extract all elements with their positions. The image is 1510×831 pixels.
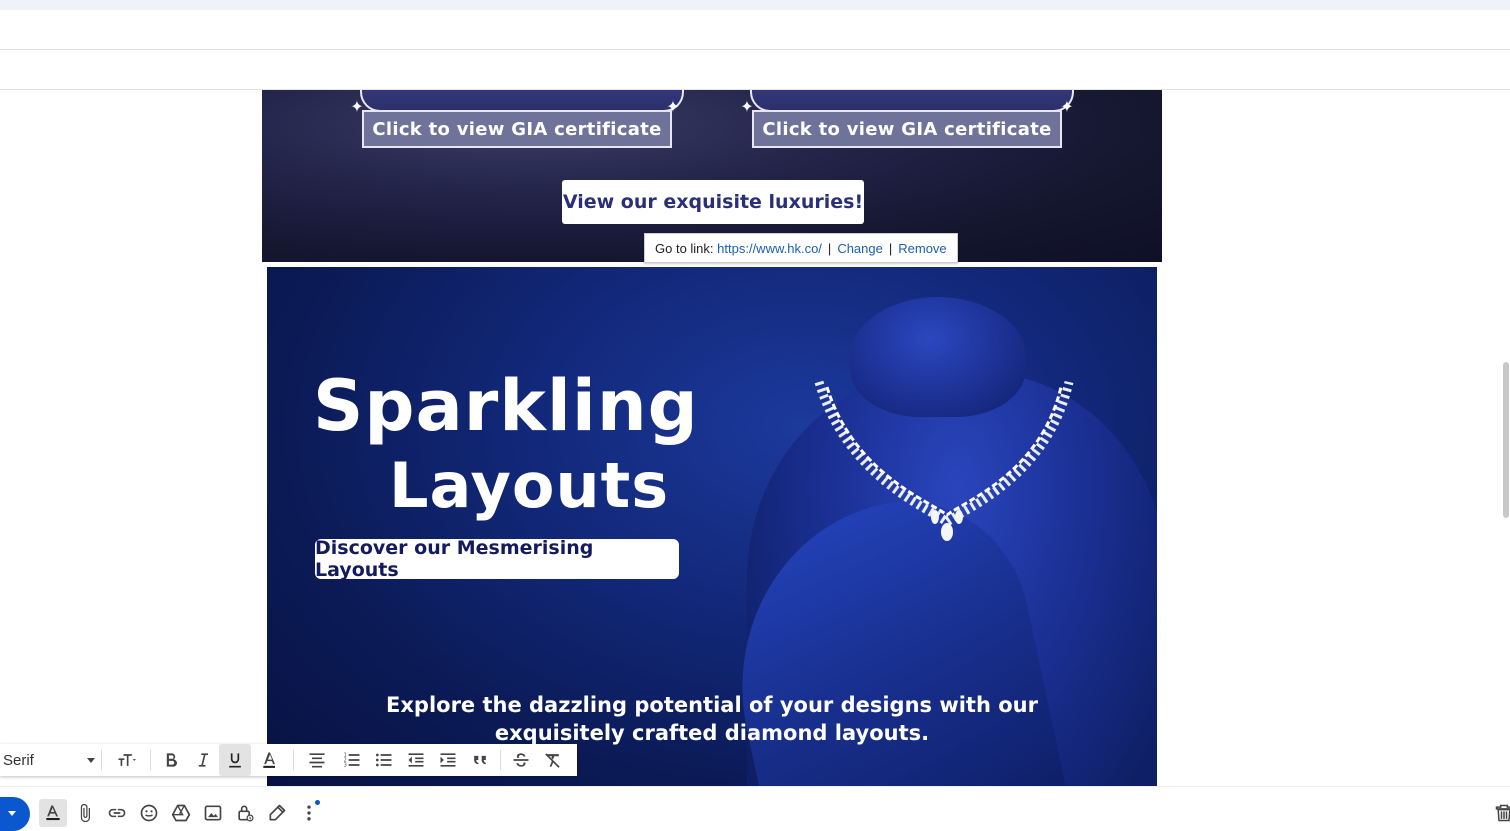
compose-bottom-bar	[0, 786, 1510, 827]
underline-icon[interactable]	[219, 744, 251, 776]
view-luxuries-button[interactable]: View our exquisite luxuries!	[562, 180, 864, 224]
remove-link-button[interactable]: Remove	[898, 241, 946, 256]
top-strip	[0, 0, 1510, 10]
numbered-list-icon[interactable]: 123	[336, 744, 368, 776]
subject-row[interactable]	[0, 50, 1510, 90]
link-popup-prefix: Go to link:	[655, 240, 714, 256]
sparkle-icon: ✦	[350, 99, 364, 116]
link-popup: Go to link: https://www.hk.co/ | Change …	[644, 233, 958, 263]
quote-icon[interactable]	[464, 744, 496, 776]
insert-link-icon[interactable]	[105, 801, 129, 825]
font-selector[interactable]: Serif	[0, 744, 97, 776]
right-diamond-frame	[750, 90, 1074, 112]
discover-layouts-button[interactable]: Discover our Mesmerising Layouts	[315, 537, 679, 581]
divider	[101, 750, 102, 770]
divider	[150, 750, 151, 770]
banner-description-line2: exquisitely crafted diamond layouts.	[494, 721, 930, 745]
attach-icon[interactable]	[73, 801, 97, 825]
italic-icon[interactable]	[187, 744, 219, 776]
formatting-toolbar: Serif 123	[0, 744, 577, 776]
recipients-row[interactable]	[0, 10, 1510, 50]
banner-description-line1: Explore the dazzling potential of your d…	[386, 693, 1038, 717]
indent-more-icon[interactable]	[432, 744, 464, 776]
banner-description: Explore the dazzling potential of your d…	[267, 691, 1157, 747]
change-link-button[interactable]: Change	[837, 241, 883, 256]
indent-less-icon[interactable]	[400, 744, 432, 776]
gia-certificate-link-right[interactable]: Click to view GIA certificate	[752, 110, 1062, 148]
insert-photo-icon[interactable]	[201, 801, 225, 825]
strikethrough-icon[interactable]	[505, 744, 537, 776]
link-url[interactable]: https://www.hk.co/	[717, 241, 822, 256]
formatting-options-icon[interactable]	[39, 799, 67, 827]
svg-text:3: 3	[344, 763, 347, 769]
sparkle-icon: ✦	[740, 99, 754, 116]
drive-icon[interactable]	[169, 801, 193, 825]
banner-title-line1: Sparkling	[313, 365, 699, 447]
sparkling-layouts-banner: Sparkling Layouts Discover our Mesmerisi…	[267, 267, 1157, 786]
scrollbar[interactable]	[1503, 362, 1509, 518]
chevron-down-icon	[87, 758, 95, 763]
signature-icon[interactable]	[265, 801, 289, 825]
divider: |	[888, 240, 893, 256]
gia-certificate-link-left[interactable]: Click to view GIA certificate	[362, 110, 672, 148]
divider	[500, 750, 501, 770]
emoji-icon[interactable]	[137, 801, 161, 825]
remove-formatting-icon[interactable]	[537, 744, 569, 776]
font-name: Serif	[3, 751, 34, 769]
align-icon[interactable]	[298, 744, 336, 776]
text-color-icon[interactable]	[251, 744, 289, 776]
left-diamond-frame	[360, 90, 684, 112]
text-size-icon[interactable]	[106, 744, 146, 776]
compose-body[interactable]: Click to view GIA certificate Click to v…	[0, 90, 1510, 786]
banner-title-line2: Layouts	[389, 449, 670, 522]
notification-dot	[315, 800, 320, 805]
divider	[293, 750, 294, 770]
diamond-necklace-image	[814, 380, 1074, 541]
confidential-mode-icon[interactable]	[233, 801, 257, 825]
chevron-down-icon	[8, 811, 16, 816]
sparkle-icon: ✦	[1060, 99, 1074, 116]
divider: |	[827, 240, 832, 256]
bulleted-list-icon[interactable]	[368, 744, 400, 776]
sparkle-icon: ✦	[666, 99, 680, 116]
bold-icon[interactable]	[155, 744, 187, 776]
discard-icon[interactable]	[1492, 801, 1510, 825]
